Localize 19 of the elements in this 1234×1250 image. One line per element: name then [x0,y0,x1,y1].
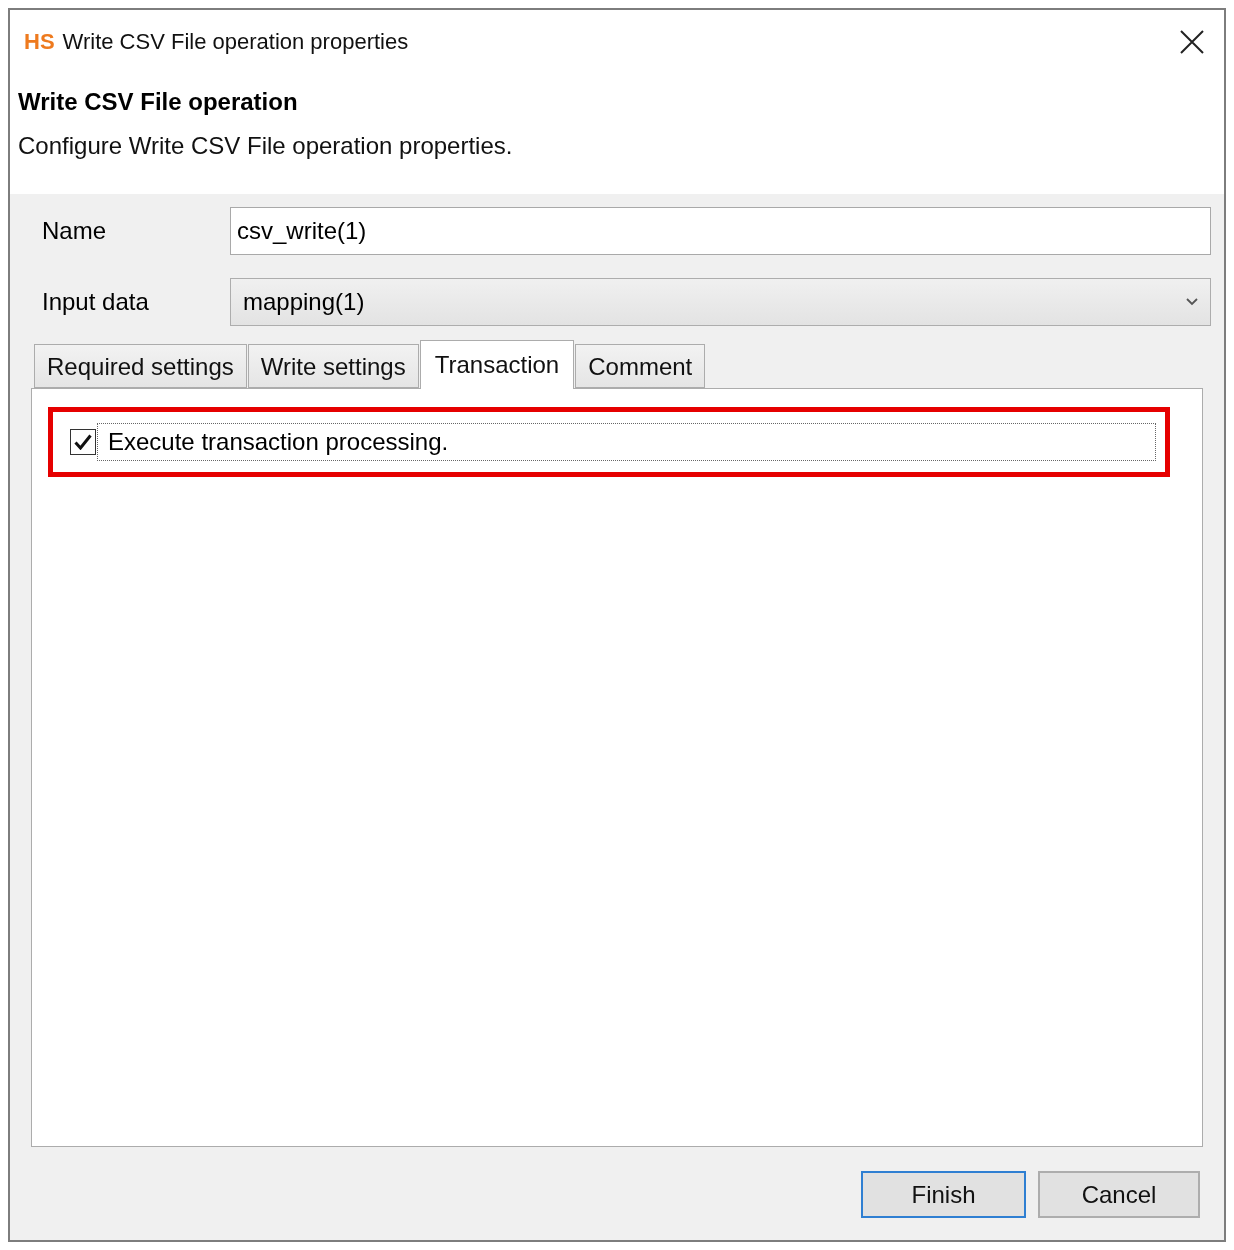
tab[interactable]: Comment [575,344,706,388]
caret-icon [1186,298,1198,306]
dialog-button[interactable]: Finish [861,1171,1026,1218]
app-logo: HS [24,29,55,55]
dropdown[interactable]: mapping(1) [230,278,1211,326]
window-title: Write CSV File operation properties [62,29,410,55]
name-field[interactable]: csv_write(1) [230,207,1211,255]
checkbox[interactable] [70,429,96,455]
check-icon [74,434,92,450]
page-description: Configure Write CSV File operation properties. [18,131,514,161]
tab[interactable]: Required settings [34,344,247,388]
checkbox-label[interactable]: Execute transaction processing. [97,423,1156,461]
field-label: Name [42,217,108,245]
field-label: Input data [42,288,150,316]
dialog-button[interactable]: Cancel [1038,1171,1200,1218]
page-heading: Write CSV File operation [18,87,299,117]
close-icon[interactable] [1180,30,1204,54]
tab[interactable]: Transaction [419,340,575,389]
tab[interactable]: Write settings [247,344,419,388]
